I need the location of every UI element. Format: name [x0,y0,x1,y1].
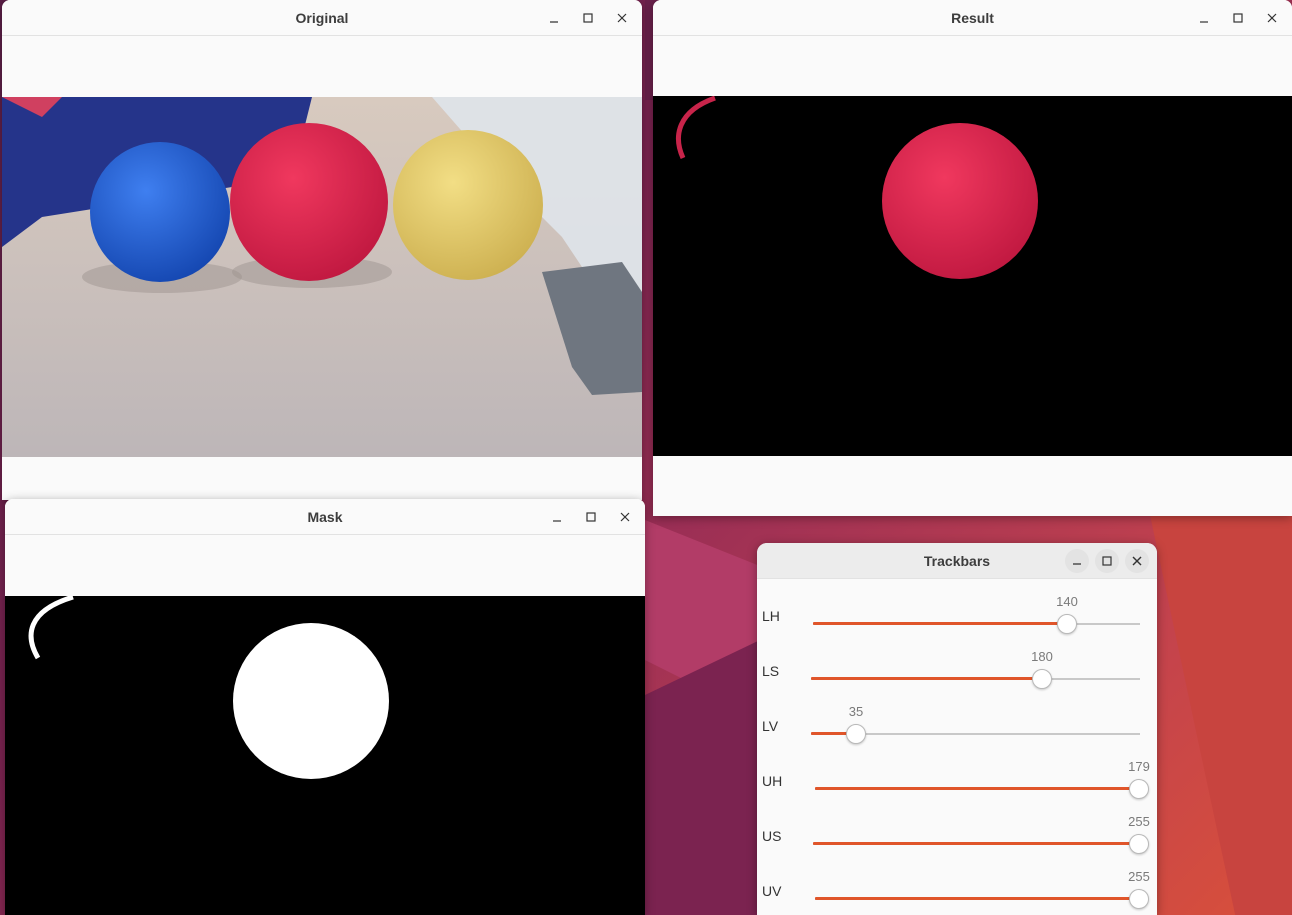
trackbar-ls: LS 180 [757,643,1157,698]
slider-handle[interactable] [1129,889,1149,909]
trackbar-lv: LV 35 [757,698,1157,753]
trackbar-label: US [762,828,782,844]
wallpaper-facet [645,640,760,915]
trackbar-value: 35 [848,704,864,719]
close-icon[interactable] [611,503,639,531]
result-window: Result [653,0,1292,516]
trackbar-value: 255 [1128,814,1150,829]
original-window: Original [2,0,642,500]
close-icon[interactable] [1125,548,1149,573]
result-image [653,96,1292,456]
slider-handle[interactable] [1057,614,1077,634]
mask-image [5,596,645,915]
maximize-icon[interactable] [1095,548,1119,573]
original-image [2,97,642,457]
trackbar-value: 140 [1056,594,1078,609]
minimize-icon[interactable] [543,503,571,531]
slider-handle[interactable] [1129,834,1149,854]
titlebar[interactable]: Original [2,0,642,36]
close-icon[interactable] [608,4,636,32]
trackbar-label: UV [762,883,782,899]
slider-fill [813,842,1139,845]
trackbar-value: 180 [1031,649,1053,664]
window-title: Mask [307,508,343,525]
wallpaper-facet [1150,515,1292,915]
minimize-icon[interactable] [1065,548,1089,573]
maximize-icon[interactable] [1224,4,1252,32]
trackbar-lh: LH 140 [757,588,1157,643]
window-title: Trackbars [923,552,991,569]
trackbar-label: LS [762,663,780,679]
slider-fill [813,622,1067,625]
trackbar-us: US 255 [757,808,1157,863]
titlebar[interactable]: Result [653,0,1292,36]
slider-fill [811,677,1042,680]
minimize-icon[interactable] [1190,4,1218,32]
trackbar-uh: UH 179 [757,753,1157,808]
window-title: Result [951,9,994,26]
titlebar[interactable]: Mask [5,499,645,535]
slider-handle[interactable] [1129,779,1149,799]
trackbar-value: 255 [1128,869,1150,884]
slider-fill [815,897,1139,900]
minimize-icon[interactable] [540,4,568,32]
maximize-icon[interactable] [574,4,602,32]
trackbar-label: UH [762,773,783,789]
window-title: Original [295,9,349,26]
titlebar[interactable]: Trackbars [757,543,1157,579]
trackbar-label: LH [762,608,780,624]
close-icon[interactable] [1258,4,1286,32]
trackbar-value: 179 [1128,759,1150,774]
trackbars-window: Trackbars LH 140 LS 180 LV 35 UH 179 US … [757,543,1157,915]
maximize-icon[interactable] [577,503,605,531]
trackbar-uv: UV 255 [757,863,1157,915]
slider-fill [815,787,1139,790]
slider-handle[interactable] [1032,669,1052,689]
slider-handle[interactable] [846,724,866,744]
trackbar-label: LV [762,718,779,734]
mask-window: Mask [5,499,645,915]
